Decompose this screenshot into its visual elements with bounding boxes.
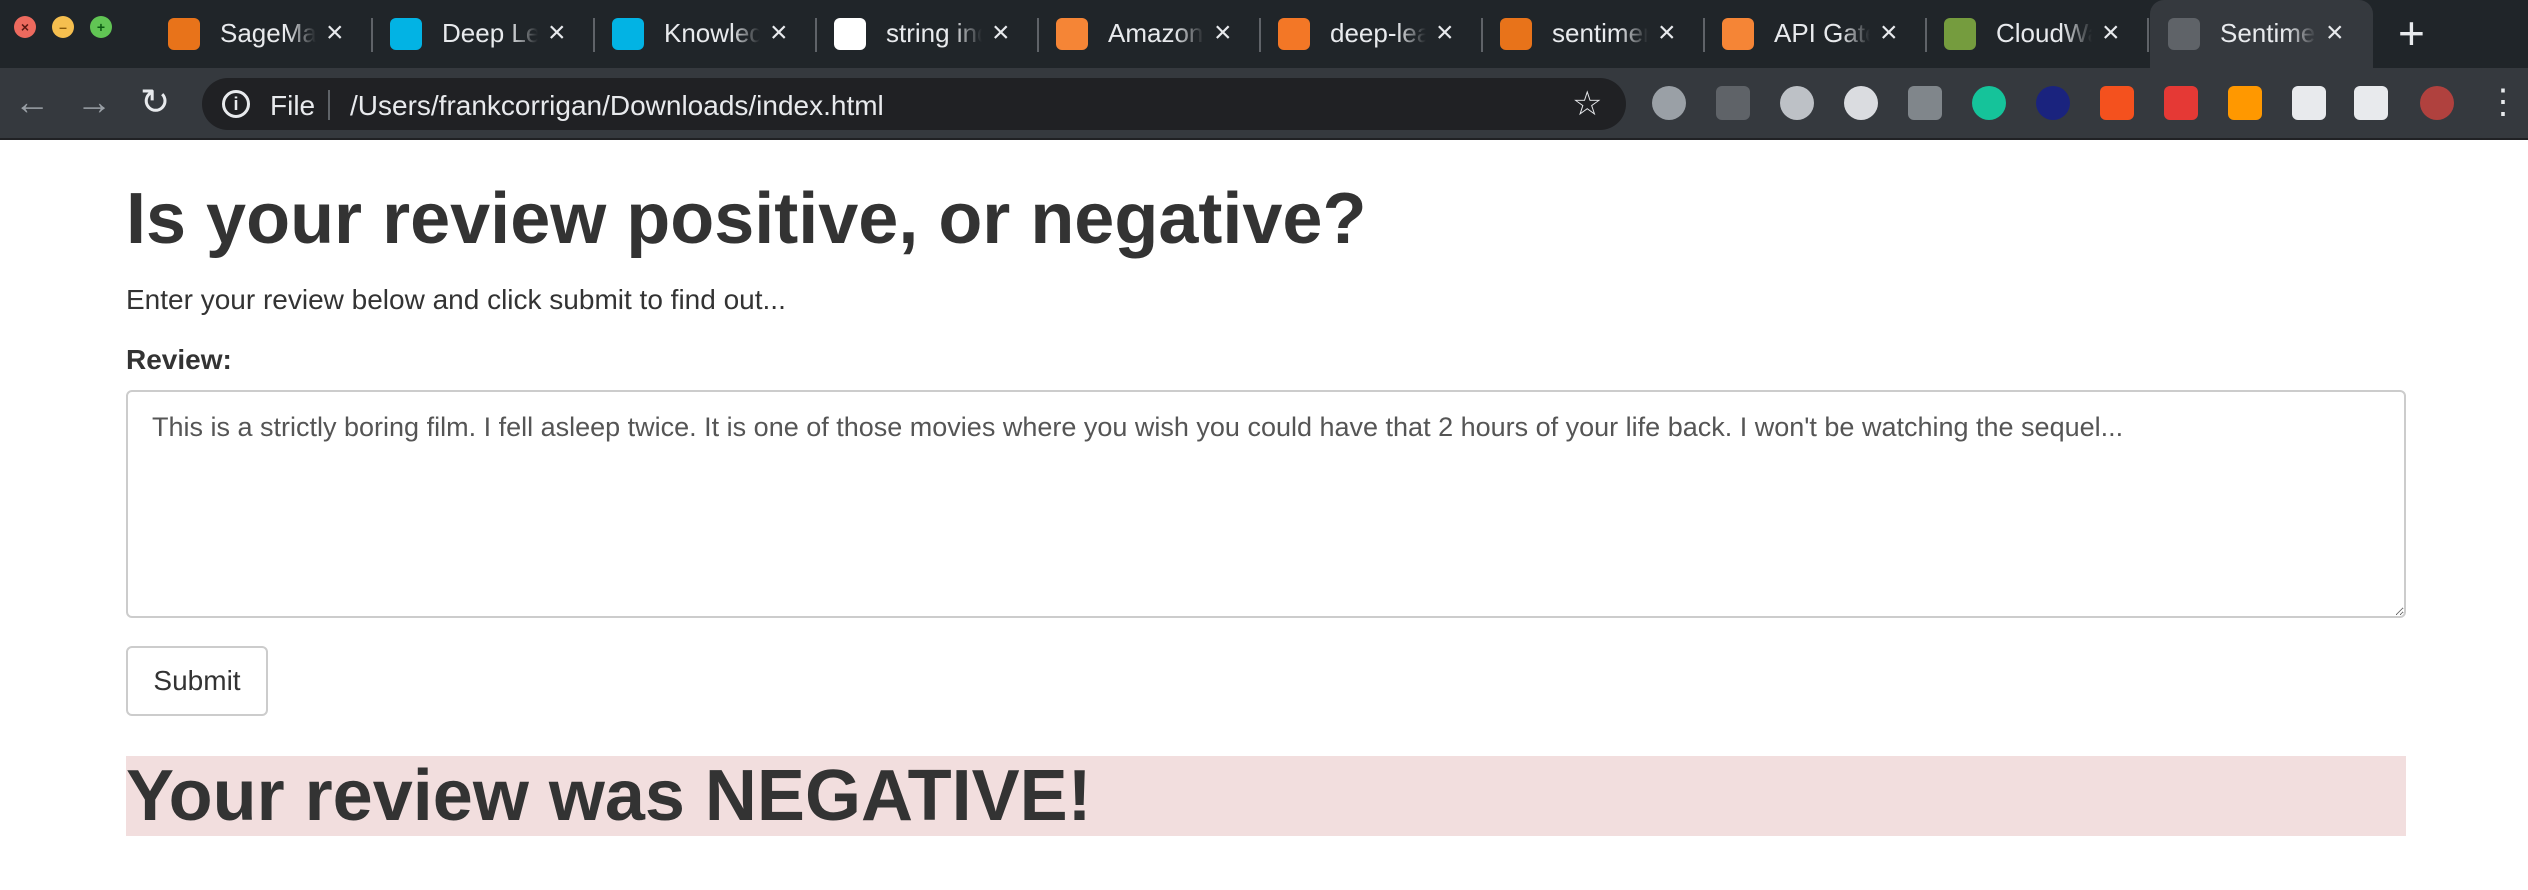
url-text[interactable]: /Users/frankcorrigan/Downloads/index.htm… bbox=[350, 90, 884, 122]
extension-1-icon[interactable] bbox=[1652, 86, 1686, 120]
page-instructions: Enter your review below and click submit… bbox=[126, 284, 786, 315]
reload-button[interactable]: ↻ bbox=[140, 82, 170, 122]
lambda-icon bbox=[1500, 18, 1532, 50]
site-info-icon[interactable]: i bbox=[222, 90, 250, 118]
udacity-icon bbox=[612, 18, 644, 50]
tab-title: sentiment bbox=[1552, 18, 1648, 48]
aws-box-icon bbox=[1056, 18, 1088, 50]
browser-tab[interactable]: string index × bbox=[816, 0, 1039, 68]
profile-avatar[interactable] bbox=[2420, 86, 2454, 120]
tab-close-icon[interactable]: × bbox=[1658, 16, 1676, 50]
result-banner: Your review was NEGATIVE! bbox=[126, 756, 2406, 836]
tab-strip: × – + SageMaker × Deep Learning × Knowledge ×… bbox=[0, 0, 2528, 68]
bookmark-star-icon[interactable]: ☆ bbox=[1572, 84, 1602, 124]
tab-title: CloudWatch bbox=[1996, 18, 2092, 48]
dark-reader-icon[interactable] bbox=[1780, 86, 1814, 120]
aws-box-icon bbox=[1722, 18, 1754, 50]
tab-close-icon[interactable]: × bbox=[548, 16, 566, 50]
tab-title: Amazon bbox=[1108, 18, 1204, 48]
tab-title: Sentiment bbox=[2220, 18, 2316, 48]
tab-close-icon[interactable]: × bbox=[326, 16, 344, 50]
browser-toolbar: ← → ↻ i File /Users/frankcorrigan/Downlo… bbox=[0, 68, 2528, 140]
back-button[interactable]: ← bbox=[14, 82, 50, 122]
tab-title: string index bbox=[886, 18, 982, 48]
sagemaker-notebook-icon bbox=[168, 18, 200, 50]
page-content: Is your review positive, or negative? En… bbox=[0, 140, 2528, 890]
address-divider bbox=[328, 90, 330, 120]
tab-title: API Gateway bbox=[1774, 18, 1870, 48]
browser-tab[interactable]: deep-learning × bbox=[1260, 0, 1483, 68]
tab-title: Knowledge bbox=[664, 18, 760, 48]
browser-menu-button[interactable]: ⋮ bbox=[2486, 82, 2520, 122]
media-queue-icon[interactable] bbox=[2354, 86, 2388, 120]
extension-9-icon[interactable] bbox=[2164, 86, 2198, 120]
extension-10-icon[interactable] bbox=[2228, 86, 2262, 120]
extension-5-icon[interactable] bbox=[1908, 86, 1942, 120]
url-scheme-label: File bbox=[270, 90, 316, 121]
minimize-icon: – bbox=[59, 19, 67, 35]
github-icon bbox=[834, 18, 866, 50]
puzzle-icon[interactable] bbox=[2292, 86, 2326, 120]
window-close-button[interactable]: × bbox=[14, 16, 36, 38]
cloudwatch-icon bbox=[1944, 18, 1976, 50]
extension-8-icon[interactable] bbox=[2100, 86, 2134, 120]
browser-tab[interactable]: Amazon × bbox=[1038, 0, 1261, 68]
tab-close-icon[interactable]: × bbox=[2326, 16, 2344, 50]
review-label: Review: bbox=[126, 344, 232, 375]
tab-close-icon[interactable]: × bbox=[1880, 16, 1898, 50]
tab-title: deep-learning bbox=[1330, 18, 1426, 48]
browser-tab[interactable]: Sentiment × bbox=[2150, 0, 2373, 68]
globe-icon bbox=[2168, 18, 2200, 50]
browser-tab[interactable]: API Gateway × bbox=[1704, 0, 1927, 68]
maximize-icon: + bbox=[96, 19, 106, 35]
jupyter-icon bbox=[1278, 18, 1310, 50]
tab-close-icon[interactable]: × bbox=[1214, 16, 1232, 50]
submit-button[interactable]: Submit bbox=[126, 646, 268, 716]
new-tab-button[interactable]: + bbox=[2398, 10, 2425, 56]
tab-title: SageMaker bbox=[220, 18, 316, 48]
extension-2-icon[interactable] bbox=[1716, 86, 1750, 120]
extension-4-icon[interactable] bbox=[1844, 86, 1878, 120]
tab-title: Deep Learning bbox=[442, 18, 538, 48]
grammarly-icon[interactable] bbox=[1972, 86, 2006, 120]
tab-close-icon[interactable]: × bbox=[770, 16, 788, 50]
window-maximize-button[interactable]: + bbox=[90, 16, 112, 38]
tab-close-icon[interactable]: × bbox=[2102, 16, 2120, 50]
review-textarea[interactable]: This is a strictly boring film. I fell a… bbox=[126, 390, 2406, 618]
page-title: Is your review positive, or negative? bbox=[126, 179, 1367, 259]
browser-tab[interactable]: CloudWatch × bbox=[1926, 0, 2149, 68]
close-icon: × bbox=[20, 19, 30, 35]
extension-7-icon[interactable] bbox=[2036, 86, 2070, 120]
browser-tab[interactable]: Knowledge × bbox=[594, 0, 817, 68]
browser-tab[interactable]: SageMaker × bbox=[150, 0, 373, 68]
udacity-icon bbox=[390, 18, 422, 50]
address-bar[interactable]: i File /Users/frankcorrigan/Downloads/in… bbox=[202, 78, 1626, 130]
browser-tab[interactable]: Deep Learning × bbox=[372, 0, 595, 68]
window-minimize-button[interactable]: – bbox=[52, 16, 74, 38]
tab-separator bbox=[2147, 18, 2149, 52]
tab-close-icon[interactable]: × bbox=[1436, 16, 1454, 50]
browser-tab[interactable]: sentiment × bbox=[1482, 0, 1705, 68]
forward-button[interactable]: → bbox=[76, 82, 112, 122]
tab-close-icon[interactable]: × bbox=[992, 16, 1010, 50]
